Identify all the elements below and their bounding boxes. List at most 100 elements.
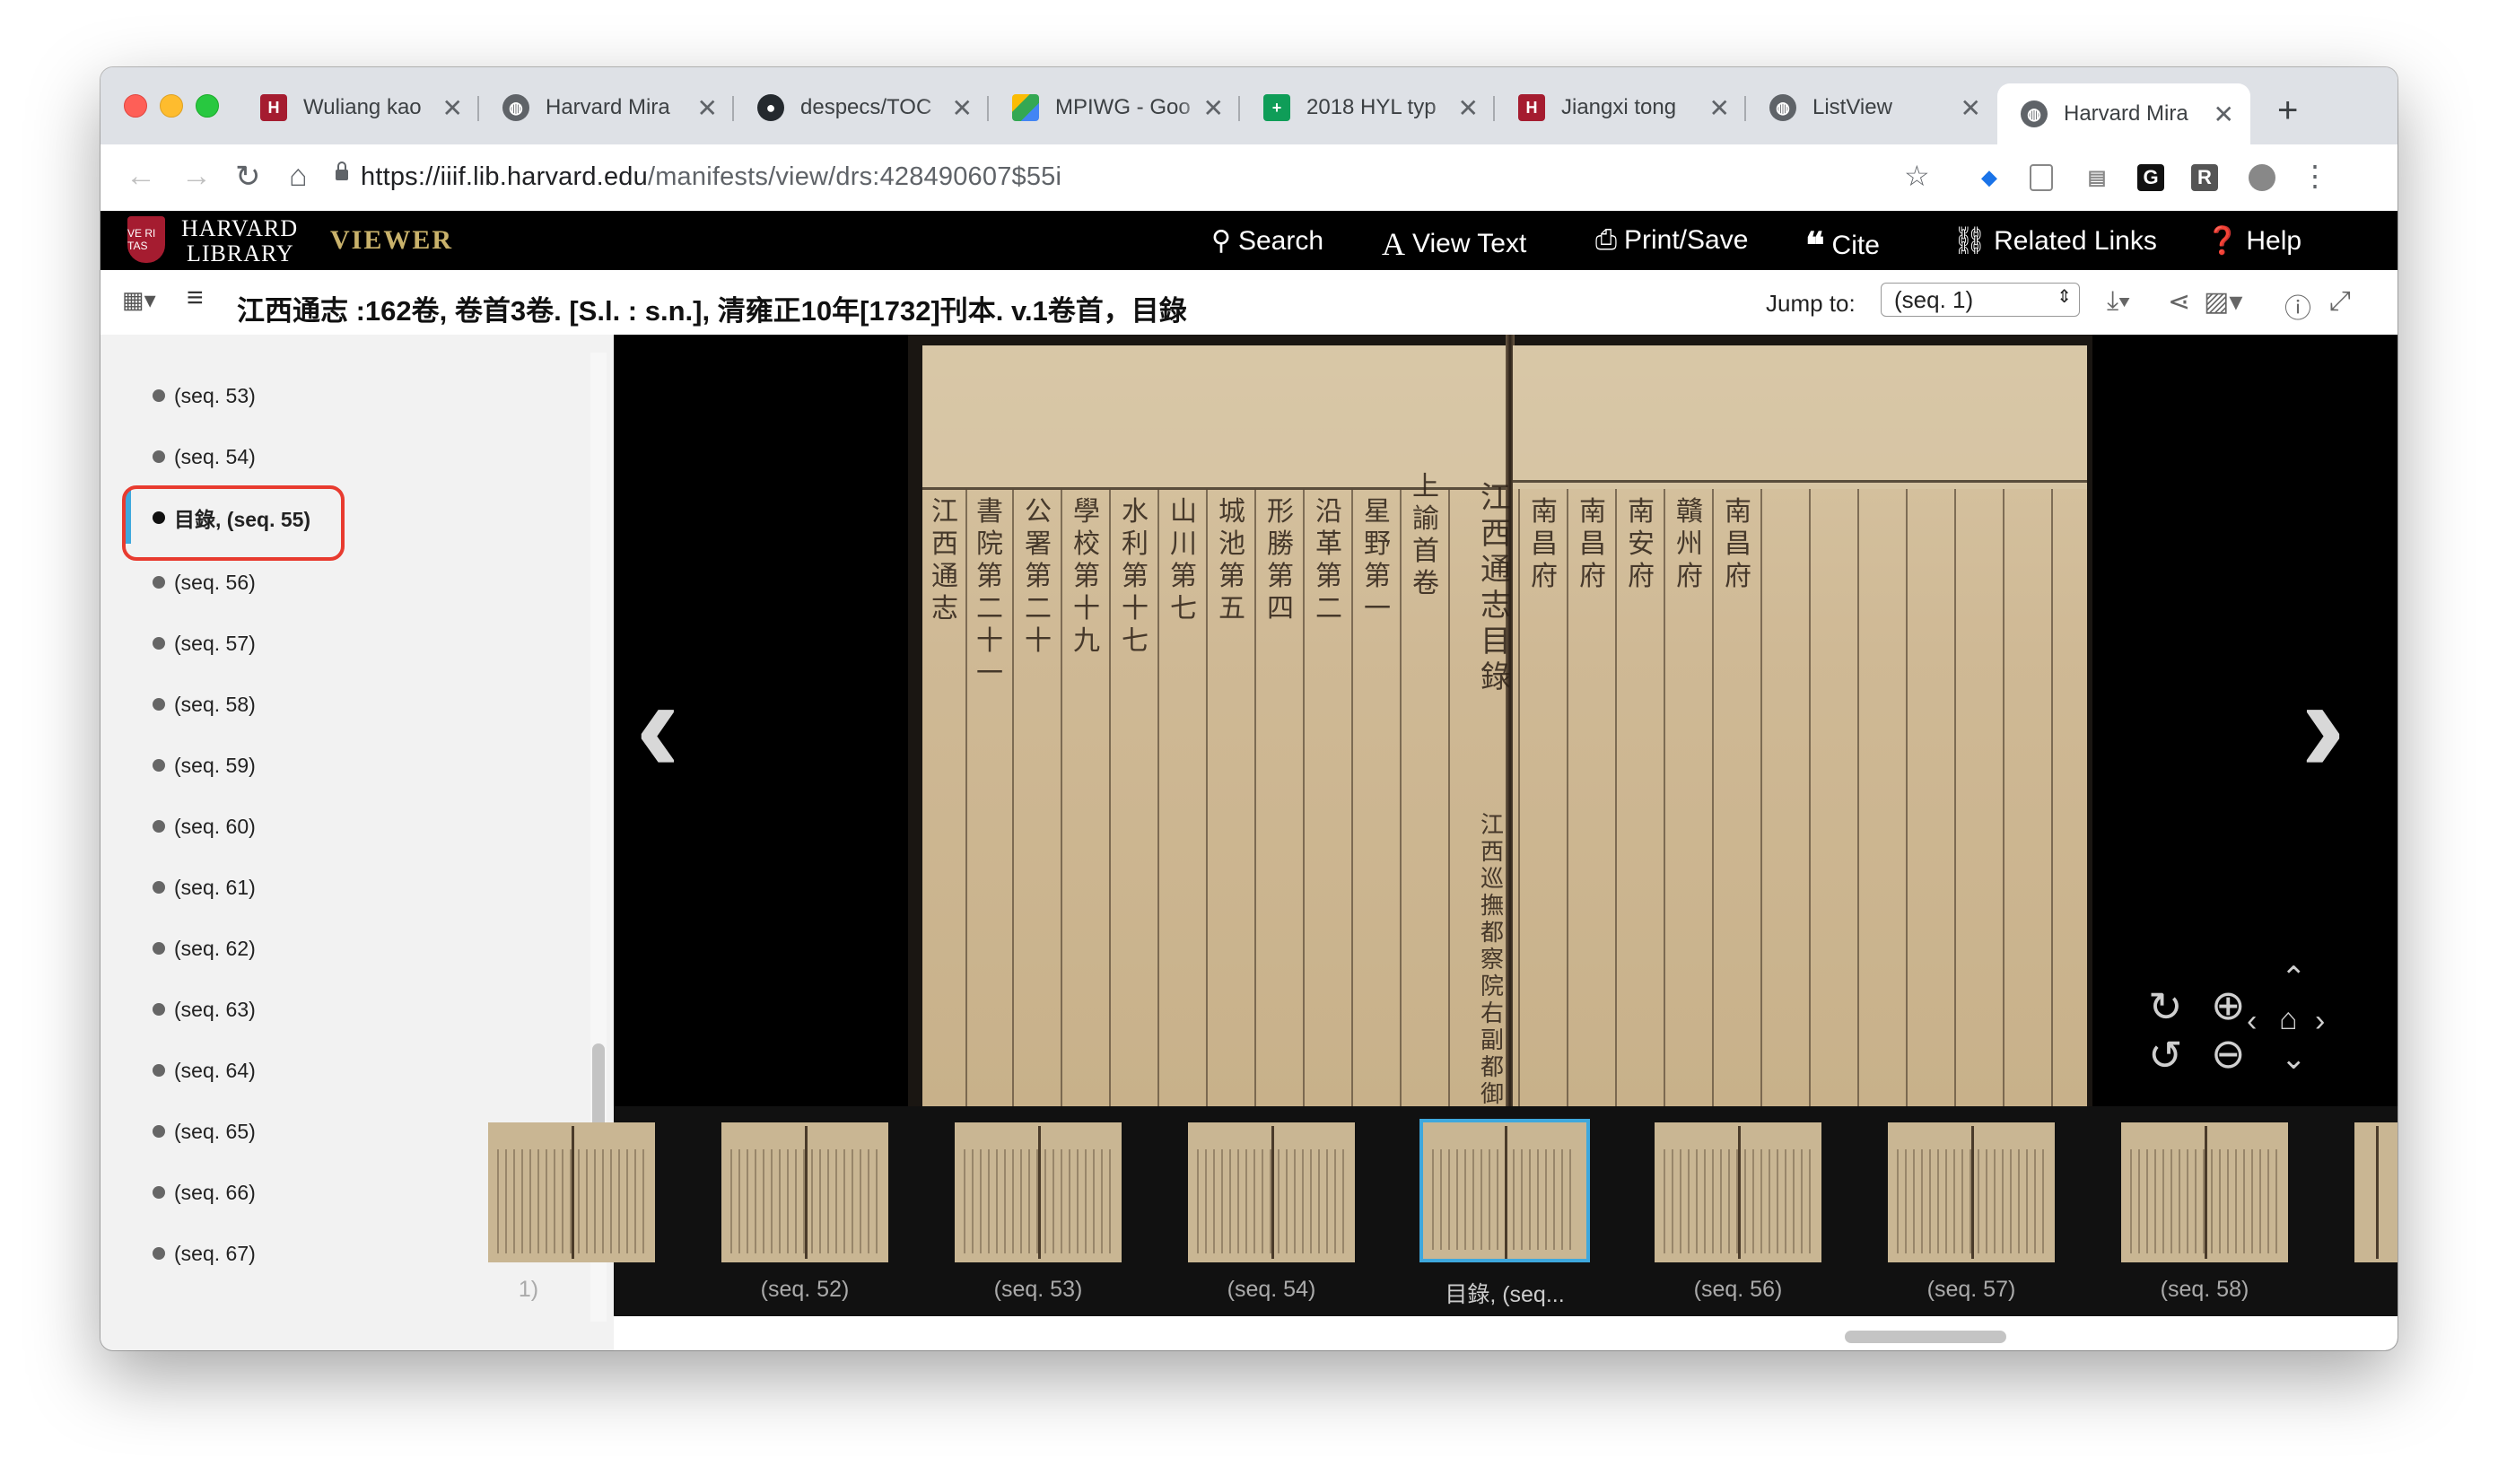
image-viewer[interactable]: 江西通志 書院第二十一 公署第二十 學校第十九 水利第十七 山川第七 城池第五 … (488, 335, 2398, 1350)
extension-stack-icon[interactable]: ▤ (2083, 164, 2110, 191)
toc-item[interactable]: (seq. 54) (153, 430, 256, 484)
thumbnail-selected[interactable] (1419, 1119, 1590, 1262)
close-tab-icon[interactable]: ✕ (697, 93, 718, 123)
thumbnail[interactable] (1655, 1122, 1821, 1262)
download-icon[interactable]: ⤓▾ (2107, 286, 2130, 317)
help-menu-item[interactable]: ❓ Help (2205, 225, 2301, 257)
bookmark-star-icon[interactable]: ☆ (1904, 159, 1930, 193)
more-menu-icon[interactable]: ⋮ (2301, 159, 2329, 193)
browser-tab[interactable]: H Jiangxi tong ✕ (1495, 83, 1746, 132)
extension-r-icon[interactable]: R (2191, 164, 2218, 191)
extension-document-icon[interactable] (2030, 164, 2053, 191)
thumbnail[interactable] (1888, 1122, 2055, 1262)
toc-item[interactable]: (seq. 60) (153, 799, 256, 853)
profile-avatar[interactable] (2249, 164, 2275, 191)
reload-icon[interactable]: ↻ (235, 159, 261, 195)
jump-to-select[interactable]: (seq. 1) ⇕ (1881, 283, 2080, 317)
pan-down-icon[interactable]: ⌄ (2281, 1043, 2307, 1074)
browser-tab-active[interactable]: ◍ Harvard Mira ✕ (1997, 83, 2250, 144)
thumbnail[interactable] (2354, 1122, 2398, 1262)
filmstrip-scrollbar[interactable] (1845, 1331, 2006, 1343)
browser-window: H Wuliang kao ✕ ◍ Harvard Mira ✕ ● despe… (100, 67, 2398, 1350)
toc-item[interactable]: (seq. 58) (153, 677, 256, 731)
bullet-icon (153, 820, 165, 833)
browser-tab[interactable]: MPIWG - Goo ✕ (989, 83, 1240, 132)
text-column: 城池第五 (1218, 496, 1245, 624)
close-tab-icon[interactable]: ✕ (442, 93, 463, 123)
toc-item[interactable]: (seq. 59) (153, 738, 256, 792)
home-view-icon[interactable]: ⌂ (2279, 1004, 2298, 1034)
toc-item[interactable]: (seq. 65) (153, 1104, 256, 1158)
toc-item[interactable]: (seq. 63) (153, 982, 256, 1036)
toc-item[interactable]: (seq. 62) (153, 921, 256, 975)
pan-left-icon[interactable]: ‹ (2247, 1006, 2257, 1036)
pan-right-icon[interactable]: › (2315, 1006, 2325, 1036)
hamburger-menu-icon[interactable]: ≡ (187, 281, 204, 314)
rotate-left-icon[interactable]: ↺ (2148, 1034, 2183, 1076)
browser-tab[interactable]: ● despecs/TOC ✕ (734, 83, 989, 132)
cite-label: Cite (1831, 231, 1880, 260)
toc-item-label: (seq. 64) (174, 1058, 256, 1082)
toc-item-label: (seq. 57) (174, 631, 256, 655)
image-options-icon[interactable]: ▨▾ (2204, 286, 2242, 318)
site-header: VE RI TAS HARVARD LIBRARY VIEWER ⚲ Search… (100, 211, 2398, 270)
bullet-icon (153, 1125, 165, 1138)
toc-item[interactable]: (seq. 57) (153, 616, 256, 670)
close-tab-icon[interactable]: ✕ (1458, 93, 1479, 123)
extension-diamond-icon[interactable]: ◆ (1976, 164, 2003, 191)
close-window-button[interactable] (124, 94, 147, 118)
fullscreen-icon[interactable]: ⤢ (2329, 286, 2351, 317)
toc-item[interactable]: (seq. 56) (153, 555, 256, 609)
thumbnail-label: 目錄, (seq... (1445, 1282, 1565, 1307)
close-tab-icon[interactable]: ✕ (1709, 93, 1730, 123)
address-bar[interactable]: https://iiif.lib.harvard.edu/manifests/v… (361, 162, 1061, 192)
back-arrow-icon[interactable]: ← (126, 159, 156, 194)
tab-title: Harvard Mira (546, 95, 670, 119)
tab-title: despecs/TOC (800, 95, 932, 119)
toc-item-selected[interactable]: 目錄, (seq. 55) (153, 491, 310, 545)
browser-toolbar: ← → ↻ ⌂ https://iiif.lib.harvard.edu/man… (100, 144, 2398, 212)
extension-g-icon[interactable]: G (2137, 164, 2164, 191)
zoom-in-icon[interactable]: ⊕ (2211, 984, 2246, 1026)
close-tab-icon[interactable]: ✕ (2214, 100, 2234, 129)
grid-view-icon[interactable]: ▦▾ (122, 286, 156, 314)
thumbnail[interactable] (955, 1122, 1122, 1262)
browser-tab[interactable]: + 2018 HYL typ ✕ (1240, 83, 1495, 132)
zoom-out-icon[interactable]: ⊖ (2211, 1033, 2246, 1074)
toc-item-label: (seq. 59) (174, 753, 256, 777)
forward-arrow-icon[interactable]: → (181, 159, 212, 194)
pan-up-icon[interactable]: ⌃ (2281, 963, 2307, 993)
thumbnail[interactable] (2121, 1122, 2288, 1262)
view-text-menu-item[interactable]: A View Text (1382, 225, 1526, 263)
tab-title: Harvard Mira (2064, 101, 2188, 126)
rotate-right-icon[interactable]: ↻ (2148, 986, 2183, 1027)
toc-item[interactable]: (seq. 61) (153, 860, 256, 914)
search-menu-item[interactable]: ⚲ Search (1211, 225, 1323, 257)
browser-tab[interactable]: ◍ Harvard Mira ✕ (479, 83, 734, 132)
toc-item[interactable]: (seq. 64) (153, 1043, 256, 1097)
share-icon[interactable]: ⋖ (2168, 286, 2190, 318)
thumbnail[interactable] (721, 1122, 888, 1262)
close-tab-icon[interactable]: ✕ (1203, 93, 1224, 123)
book-page-image: 江西通志 書院第二十一 公署第二十 學校第十九 水利第十七 山川第七 城池第五 … (908, 335, 2092, 1135)
browser-tab[interactable]: H Wuliang kao ✕ (237, 83, 479, 132)
cite-menu-item[interactable]: ❝ Cite (1805, 225, 1880, 266)
new-tab-button[interactable]: + (2277, 91, 2298, 131)
previous-page-arrow[interactable]: ‹ (635, 658, 680, 792)
home-icon[interactable]: ⌂ (289, 159, 308, 194)
thumbnail[interactable] (1188, 1122, 1355, 1262)
minimize-window-button[interactable] (160, 94, 183, 118)
close-tab-icon[interactable]: ✕ (1961, 93, 1981, 123)
browser-tab[interactable]: ◍ ListView ✕ (1746, 83, 1997, 132)
toc-item[interactable]: (seq. 53) (153, 369, 256, 423)
harvard-library-logo[interactable]: HARVARD LIBRARY (181, 216, 298, 266)
related-links-menu-item[interactable]: ⛓ Related Links (1952, 225, 2157, 257)
toc-item[interactable]: (seq. 67) (153, 1226, 256, 1280)
toc-item[interactable]: (seq. 66) (153, 1165, 256, 1219)
zoom-window-button[interactable] (196, 94, 219, 118)
next-page-arrow[interactable]: › (2301, 658, 2345, 792)
thumbnail[interactable] (488, 1122, 655, 1262)
info-icon[interactable]: ⓘ (2284, 286, 2311, 326)
close-tab-icon[interactable]: ✕ (952, 93, 973, 123)
print-save-menu-item[interactable]: ⎙ Print/Save (1595, 225, 1748, 256)
